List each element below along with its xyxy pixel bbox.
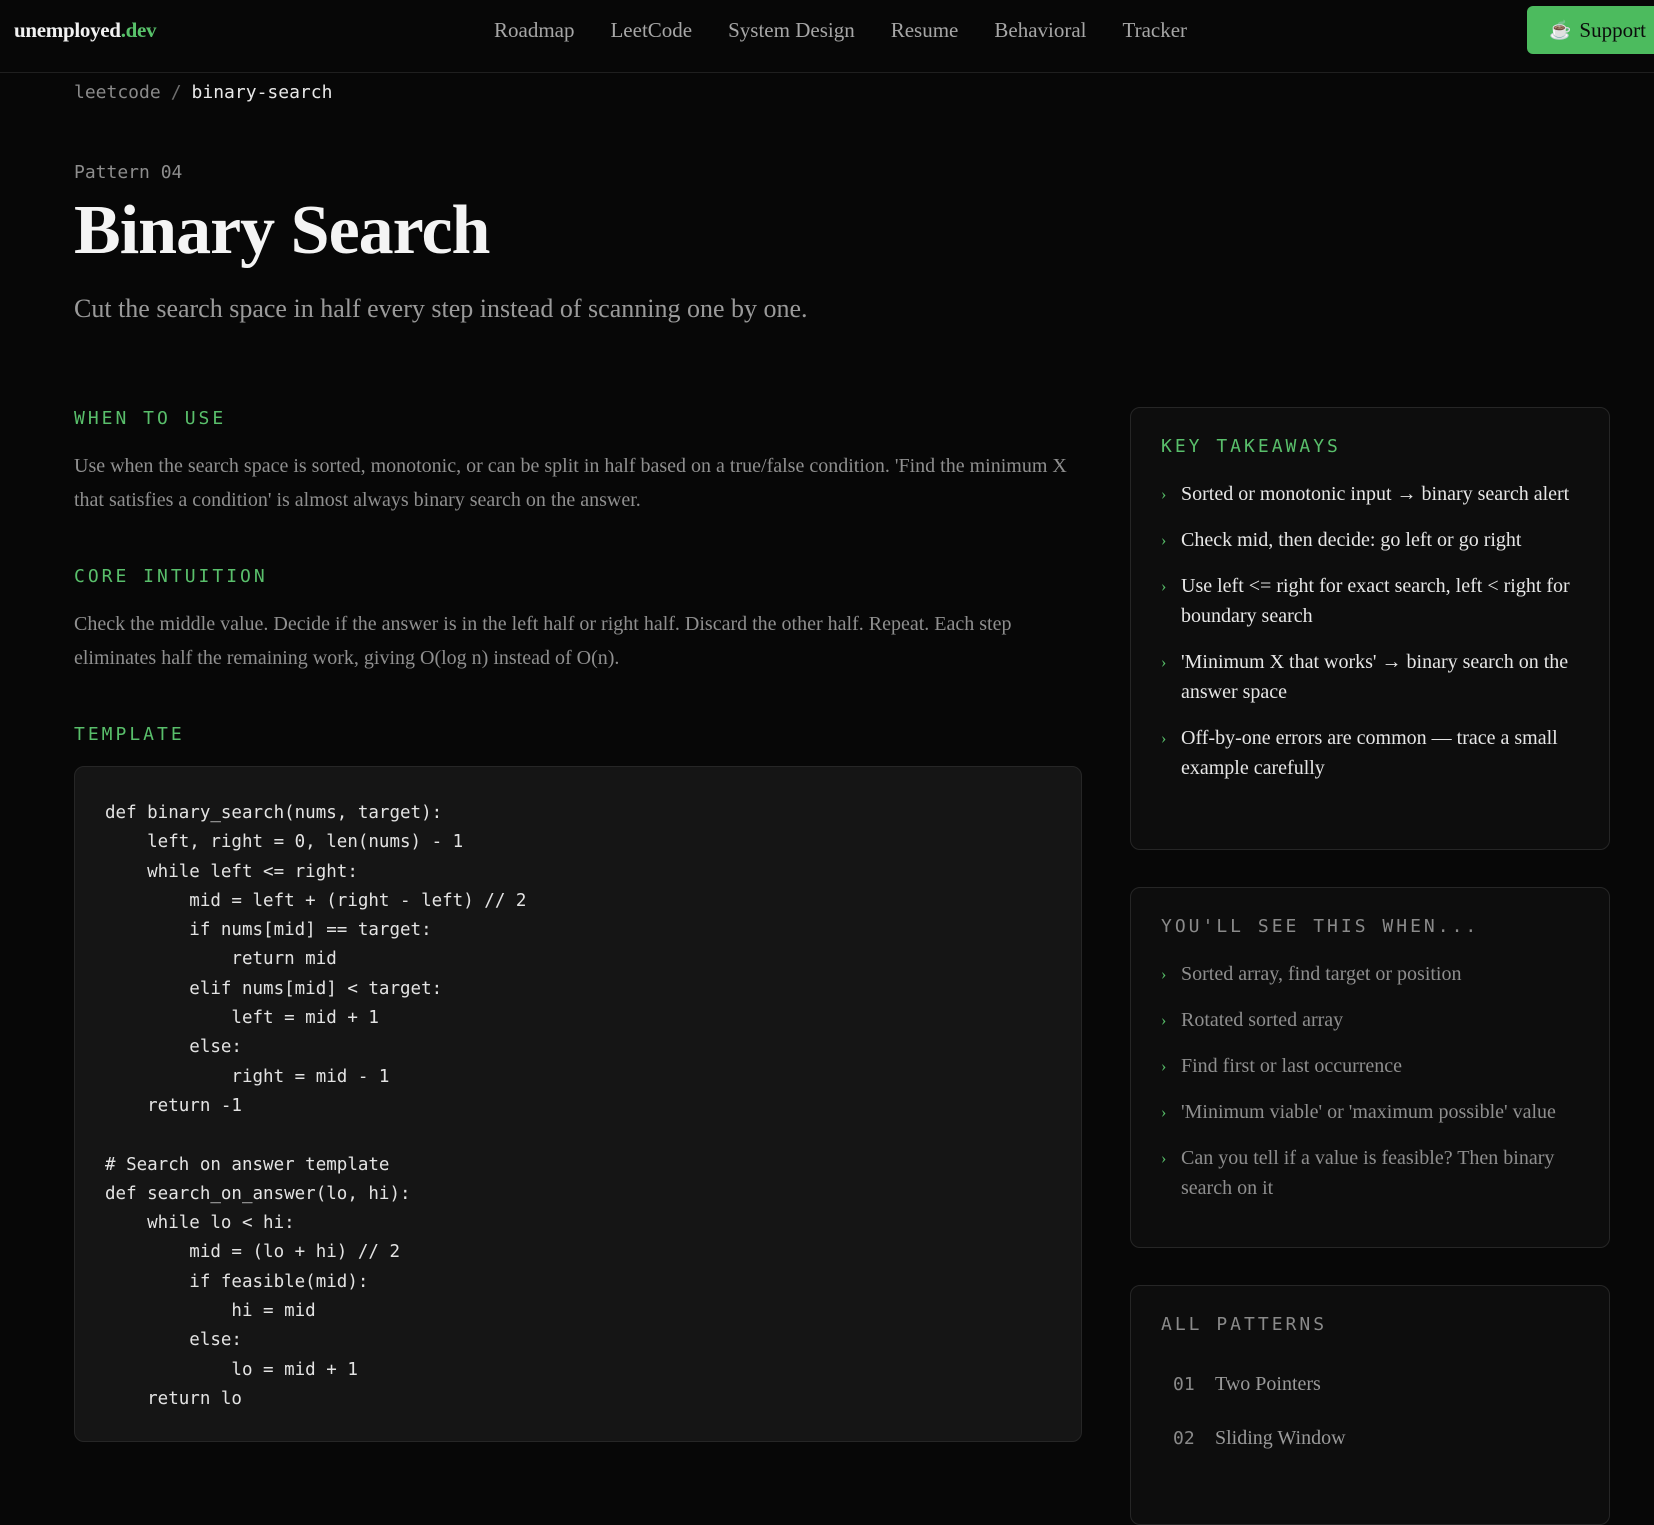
- nav-link-resume[interactable]: Resume: [891, 18, 959, 43]
- template-heading: TEMPLATE: [74, 724, 185, 745]
- pattern-number: Pattern 04: [74, 162, 183, 183]
- support-label: Support: [1579, 17, 1646, 42]
- chevron-right-icon: ›: [1161, 730, 1167, 747]
- chevron-right-icon: ›: [1161, 654, 1167, 671]
- coffee-cup-icon: ☕: [1549, 19, 1572, 40]
- key-takeaways-heading: KEY TAKEAWAYS: [1161, 436, 1341, 457]
- takeaway-text: Check mid, then decide: go left or go ri…: [1181, 529, 1522, 551]
- nav-link-tracker[interactable]: Tracker: [1123, 18, 1188, 43]
- takeaway-text: Off-by-one errors are common — trace a s…: [1181, 727, 1558, 779]
- chevron-right-icon: ›: [1161, 578, 1167, 595]
- pattern-number: 01: [1173, 1373, 1195, 1395]
- chevron-right-icon: ›: [1161, 1104, 1167, 1121]
- pattern-name: Sliding Window: [1215, 1426, 1346, 1449]
- all-patterns-card: ALL PATTERNS 01 Two Pointers 02 Sliding …: [1130, 1285, 1610, 1525]
- page-title: Binary Search: [74, 192, 490, 269]
- see-this-when-list: › Sorted array, find target or position ›…: [1161, 959, 1579, 1203]
- breadcrumb-parent[interactable]: leetcode: [74, 82, 161, 103]
- nav-links: Roadmap LeetCode System Design Resume Be…: [494, 18, 1223, 43]
- top-nav: unemployed.dev Roadmap LeetCode System D…: [0, 0, 1654, 73]
- takeaway-text: Sorted or monotonic input → binary searc…: [1181, 483, 1570, 505]
- list-item: › Rotated sorted array: [1161, 1005, 1579, 1035]
- key-takeaways-card: KEY TAKEAWAYS › Sorted or monotonic input…: [1130, 407, 1610, 850]
- chevron-right-icon: ›: [1161, 1012, 1167, 1029]
- signal-text: Sorted array, find target or position: [1181, 963, 1462, 985]
- brand-tld: .dev: [120, 18, 157, 42]
- code-block[interactable]: def binary_search(nums, target): left, r…: [74, 766, 1082, 1442]
- signal-text: Rotated sorted array: [1181, 1009, 1344, 1031]
- takeaway-text: Use left <= right for exact search, left…: [1181, 575, 1570, 627]
- core-intuition-text: Check the middle value. Decide if the an…: [74, 613, 1012, 669]
- breadcrumb-current: binary-search: [191, 82, 333, 103]
- breadcrumb: leetcode / binary-search: [74, 82, 332, 103]
- support-button[interactable]: ☕ Support: [1527, 6, 1654, 54]
- nav-link-behavioral[interactable]: Behavioral: [994, 18, 1086, 43]
- chevron-right-icon: ›: [1161, 1150, 1167, 1167]
- brand-name: unemployed: [14, 18, 121, 42]
- pattern-item-sliding-window[interactable]: 02 Sliding Window: [1161, 1411, 1579, 1465]
- list-item: › 'Minimum X that works' → binary search …: [1161, 647, 1579, 707]
- nav-link-leetcode[interactable]: LeetCode: [610, 18, 692, 43]
- nav-link-roadmap[interactable]: Roadmap: [494, 18, 574, 43]
- chevron-right-icon: ›: [1161, 486, 1167, 503]
- nav-link-system-design[interactable]: System Design: [728, 18, 855, 43]
- signal-text: Find first or last occurrence: [1181, 1055, 1403, 1077]
- see-this-when-heading: YOU'LL SEE THIS WHEN...: [1161, 916, 1480, 937]
- template-code: def binary_search(nums, target): left, r…: [105, 803, 527, 1409]
- chevron-right-icon: ›: [1161, 1058, 1167, 1075]
- when-to-use-text: Use when the search space is sorted, mon…: [74, 455, 1067, 511]
- list-item: › Check mid, then decide: go left or go r…: [1161, 525, 1579, 555]
- pattern-number: 02: [1173, 1427, 1195, 1449]
- list-item: › Use left <= right for exact search, lef…: [1161, 571, 1579, 631]
- signal-text: Can you tell if a value is feasible? The…: [1181, 1147, 1555, 1199]
- brand-logo[interactable]: unemployed.dev: [14, 18, 157, 43]
- list-item: › Sorted array, find target or position: [1161, 959, 1579, 989]
- core-intuition-heading: CORE INTUITION: [74, 566, 268, 587]
- list-item: › Find first or last occurrence: [1161, 1051, 1579, 1081]
- chevron-right-icon: ›: [1161, 966, 1167, 983]
- all-patterns-heading: ALL PATTERNS: [1161, 1314, 1328, 1335]
- pattern-item-two-pointers[interactable]: 01 Two Pointers: [1161, 1357, 1579, 1411]
- list-item: › Sorted or monotonic input → binary sear…: [1161, 479, 1579, 509]
- list-item: › 'Minimum viable' or 'maximum possible' …: [1161, 1097, 1579, 1127]
- when-to-use-heading: WHEN TO USE: [74, 408, 227, 429]
- page-subtitle: Cut the search space in half every step …: [74, 294, 808, 323]
- key-takeaways-list: › Sorted or monotonic input → binary sear…: [1161, 479, 1579, 783]
- see-this-when-card: YOU'LL SEE THIS WHEN... › Sorted array, f…: [1130, 887, 1610, 1248]
- signal-text: 'Minimum viable' or 'maximum possible' v…: [1181, 1101, 1556, 1123]
- list-item: › Off-by-one errors are common — trace a …: [1161, 723, 1579, 783]
- chevron-right-icon: ›: [1161, 532, 1167, 549]
- takeaway-text: 'Minimum X that works' → binary search o…: [1181, 651, 1569, 703]
- list-item: › Can you tell if a value is feasible? Th…: [1161, 1143, 1579, 1203]
- pattern-name: Two Pointers: [1215, 1372, 1321, 1395]
- all-patterns-list: 01 Two Pointers 02 Sliding Window: [1161, 1357, 1579, 1465]
- breadcrumb-separator: /: [170, 82, 182, 103]
